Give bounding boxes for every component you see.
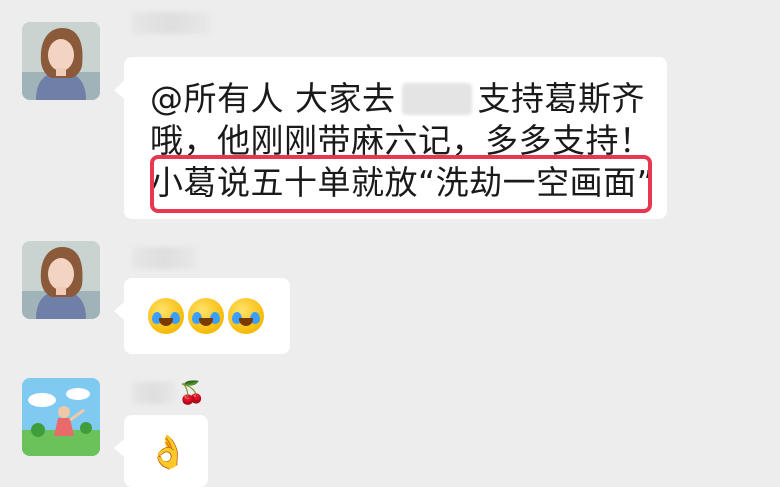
sender-name-redacted [132,247,196,269]
crying-laughing-emoji-icon [228,298,264,334]
message-bubble[interactable]: 👌 [114,415,208,487]
redacted-text [401,83,472,115]
highlight-box [150,155,652,213]
message-text: 支持葛斯齐 [477,79,645,118]
cherry-emoji: 🍒 [178,381,206,406]
crying-laughing-emoji-icon [188,298,224,334]
message-line-1: @所有人 大家去 支持葛斯齐 [150,79,645,119]
crying-laughing-emoji-icon [148,298,184,334]
woman-portrait-avatar-icon [22,22,100,100]
sender-name-redacted [132,382,176,404]
message-text: @所有人 大家去 [150,79,396,118]
cartoon-landscape-avatar-icon [22,378,100,456]
sender-avatar[interactable] [22,378,100,456]
sender-avatar[interactable] [22,241,100,319]
sender-avatar[interactable] [22,22,100,100]
ok-hand-emoji: 👌 [148,433,188,471]
message-bubble[interactable] [114,278,290,354]
woman-portrait-avatar-icon [22,241,100,319]
emoji-row [148,298,268,334]
sender-name-redacted [132,12,210,34]
